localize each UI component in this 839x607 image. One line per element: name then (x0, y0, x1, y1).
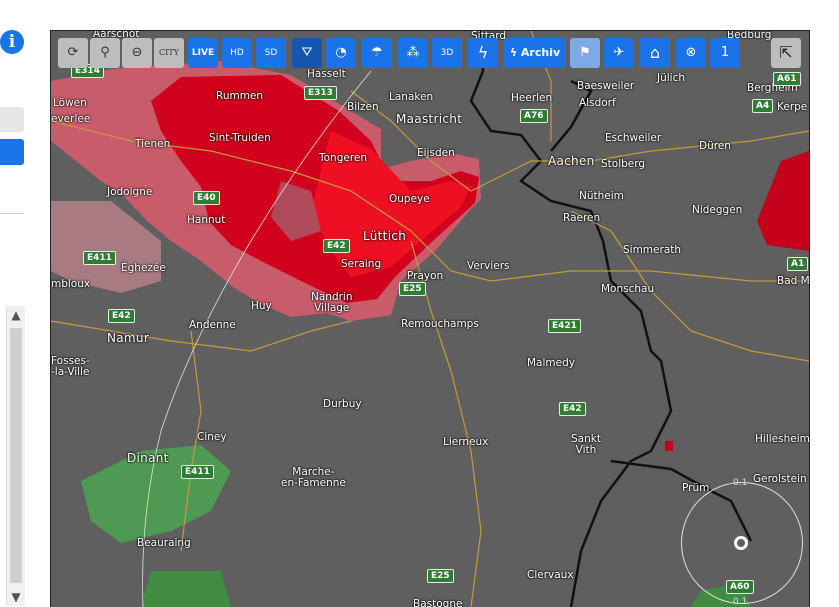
place-label: Hillesheim (755, 433, 810, 445)
place-label: Nideggen (692, 204, 743, 216)
sidebar-button[interactable] (0, 107, 24, 132)
radar-1-icon[interactable]: 1 (710, 38, 740, 68)
road-shield: A4 (752, 99, 774, 113)
range-label: 0.1 (733, 478, 748, 488)
place-label: Bilzen (347, 101, 379, 113)
radar-3d-icon[interactable]: 3D (432, 38, 462, 68)
radar-sd-icon[interactable]: SD (256, 38, 286, 68)
place-label: Huy (251, 300, 272, 312)
place-label: Rummen (216, 90, 264, 102)
place-label: Malmedy (527, 357, 575, 369)
road-shield: E313 (304, 86, 337, 100)
place-label: Beauraing (137, 537, 191, 549)
forecast-icon[interactable]: ◔ (326, 38, 356, 68)
place-label: Jodoigne (107, 186, 153, 198)
place-label: Eschweiler (605, 132, 662, 144)
place-label: Dinant (127, 451, 169, 465)
place-label: Sint-Truiden (209, 132, 271, 144)
place-label: Fosses- -la-Ville (51, 355, 90, 378)
info-icon[interactable]: i (0, 30, 24, 54)
place-label: everlee (51, 113, 91, 125)
place-label: Hasselt (307, 68, 346, 80)
road-shield: E42 (559, 402, 586, 416)
scroll-down-icon[interactable]: ▼ (7, 588, 25, 606)
map-toolbar: ⟳ ⚲ ⊖ CITY LIVE HD SD ⛛ ◔ ☂ ⁂ 3D ϟ ϟ Arc… (58, 38, 768, 68)
radar-center-dot[interactable] (734, 536, 748, 550)
place-label: Löwen (53, 97, 87, 109)
place-label: Alsdorf (579, 97, 616, 109)
tornado-icon[interactable]: ⛛ (292, 38, 322, 68)
place-label: Gerolstein (753, 473, 807, 485)
place-label: Verviers (467, 260, 510, 272)
road-shield: E411 (83, 251, 116, 265)
place-label: Namur (107, 331, 150, 345)
road-shield: E411 (181, 465, 214, 479)
place-label: Éghezée (121, 262, 166, 274)
place-label: Ciney (197, 431, 227, 443)
place-label: Marche- en-Famenne (281, 466, 346, 489)
place-label: Nütheim (579, 190, 624, 202)
place-label: Stolberg (601, 158, 646, 170)
place-label: Sankt Vith (571, 433, 601, 456)
live-icon[interactable]: LIVE (188, 38, 218, 68)
road-shield: A1 (787, 257, 809, 271)
hail-icon[interactable]: ⁂ (398, 38, 428, 68)
sidebar-button-active[interactable] (0, 139, 24, 165)
place-label: Clervaux (527, 569, 574, 581)
place-label: Prüm (682, 482, 710, 494)
scroll-up-icon[interactable]: ▲ (7, 306, 25, 324)
place-label: Hannut (187, 214, 226, 226)
place-label: Prayon (407, 270, 444, 282)
place-label: Jülich (657, 72, 686, 84)
place-label: Tongeren (319, 152, 368, 164)
road-shield: A61 (773, 72, 801, 86)
sidebar-scrollbar[interactable]: ▲ ▼ (6, 306, 25, 606)
radar-hd-icon[interactable]: HD (222, 38, 252, 68)
road-shield: E42 (323, 239, 350, 253)
place-label: Heerlen (511, 92, 553, 104)
road-shield: E42 (108, 309, 135, 323)
place-label: Aachen (548, 154, 595, 168)
sidebar-divider (0, 213, 24, 214)
lightning-archive-icon[interactable]: ϟ Archiv (504, 38, 566, 68)
road-shield: E25 (427, 569, 454, 583)
zoom-out-icon[interactable]: ⊖ (122, 38, 152, 68)
location-pin-icon[interactable]: ⚲ (90, 38, 120, 68)
place-label: Lüttich (363, 229, 407, 243)
place-label: Kerpe (777, 101, 808, 113)
road-shield: A76 (520, 109, 548, 123)
place-label: Remouchamps (401, 318, 479, 330)
place-label: Durbuy (323, 398, 362, 410)
home-icon[interactable]: ⌂ (640, 38, 670, 68)
share-icon[interactable]: ⇱ (771, 38, 801, 68)
rain-icon[interactable]: ☂ (362, 38, 392, 68)
road-shield: E421 (548, 319, 581, 333)
place-label: Simmerath (623, 244, 682, 256)
place-label: mbloux (51, 278, 91, 290)
user-icon[interactable]: ⚑ (570, 38, 600, 68)
place-label: Lierneux (443, 436, 489, 448)
scroll-thumb[interactable] (10, 328, 22, 583)
place-label: Baesweiler (577, 80, 635, 92)
place-label: Lanaken (389, 91, 434, 103)
place-label: Düren (699, 140, 731, 152)
satellite-dish-icon[interactable]: ⊗ (676, 38, 706, 68)
refresh-icon[interactable]: ⟳ (58, 38, 88, 68)
place-label: Monschau (601, 283, 655, 295)
radar-map[interactable]: Aarschot Sittard Bedburg Hasselt Berghei… (50, 30, 810, 607)
place-label: Andenne (189, 319, 236, 331)
place-label: Nandrin Village (311, 291, 353, 314)
satellite-icon[interactable]: ✈ (604, 38, 634, 68)
road-shield: E25 (399, 282, 426, 296)
city-icon[interactable]: CITY (154, 38, 184, 68)
place-label: Raeren (563, 212, 601, 224)
place-label: Maastricht (396, 112, 463, 126)
place-label: Oupeye (389, 193, 430, 205)
lightning-icon[interactable]: ϟ (468, 38, 498, 68)
place-label: Eijsden (417, 147, 455, 159)
road-shield: E40 (193, 191, 220, 205)
place-label: Bad M (777, 275, 810, 287)
place-label: Seraing (341, 258, 382, 270)
place-label: Tienen (135, 138, 171, 150)
